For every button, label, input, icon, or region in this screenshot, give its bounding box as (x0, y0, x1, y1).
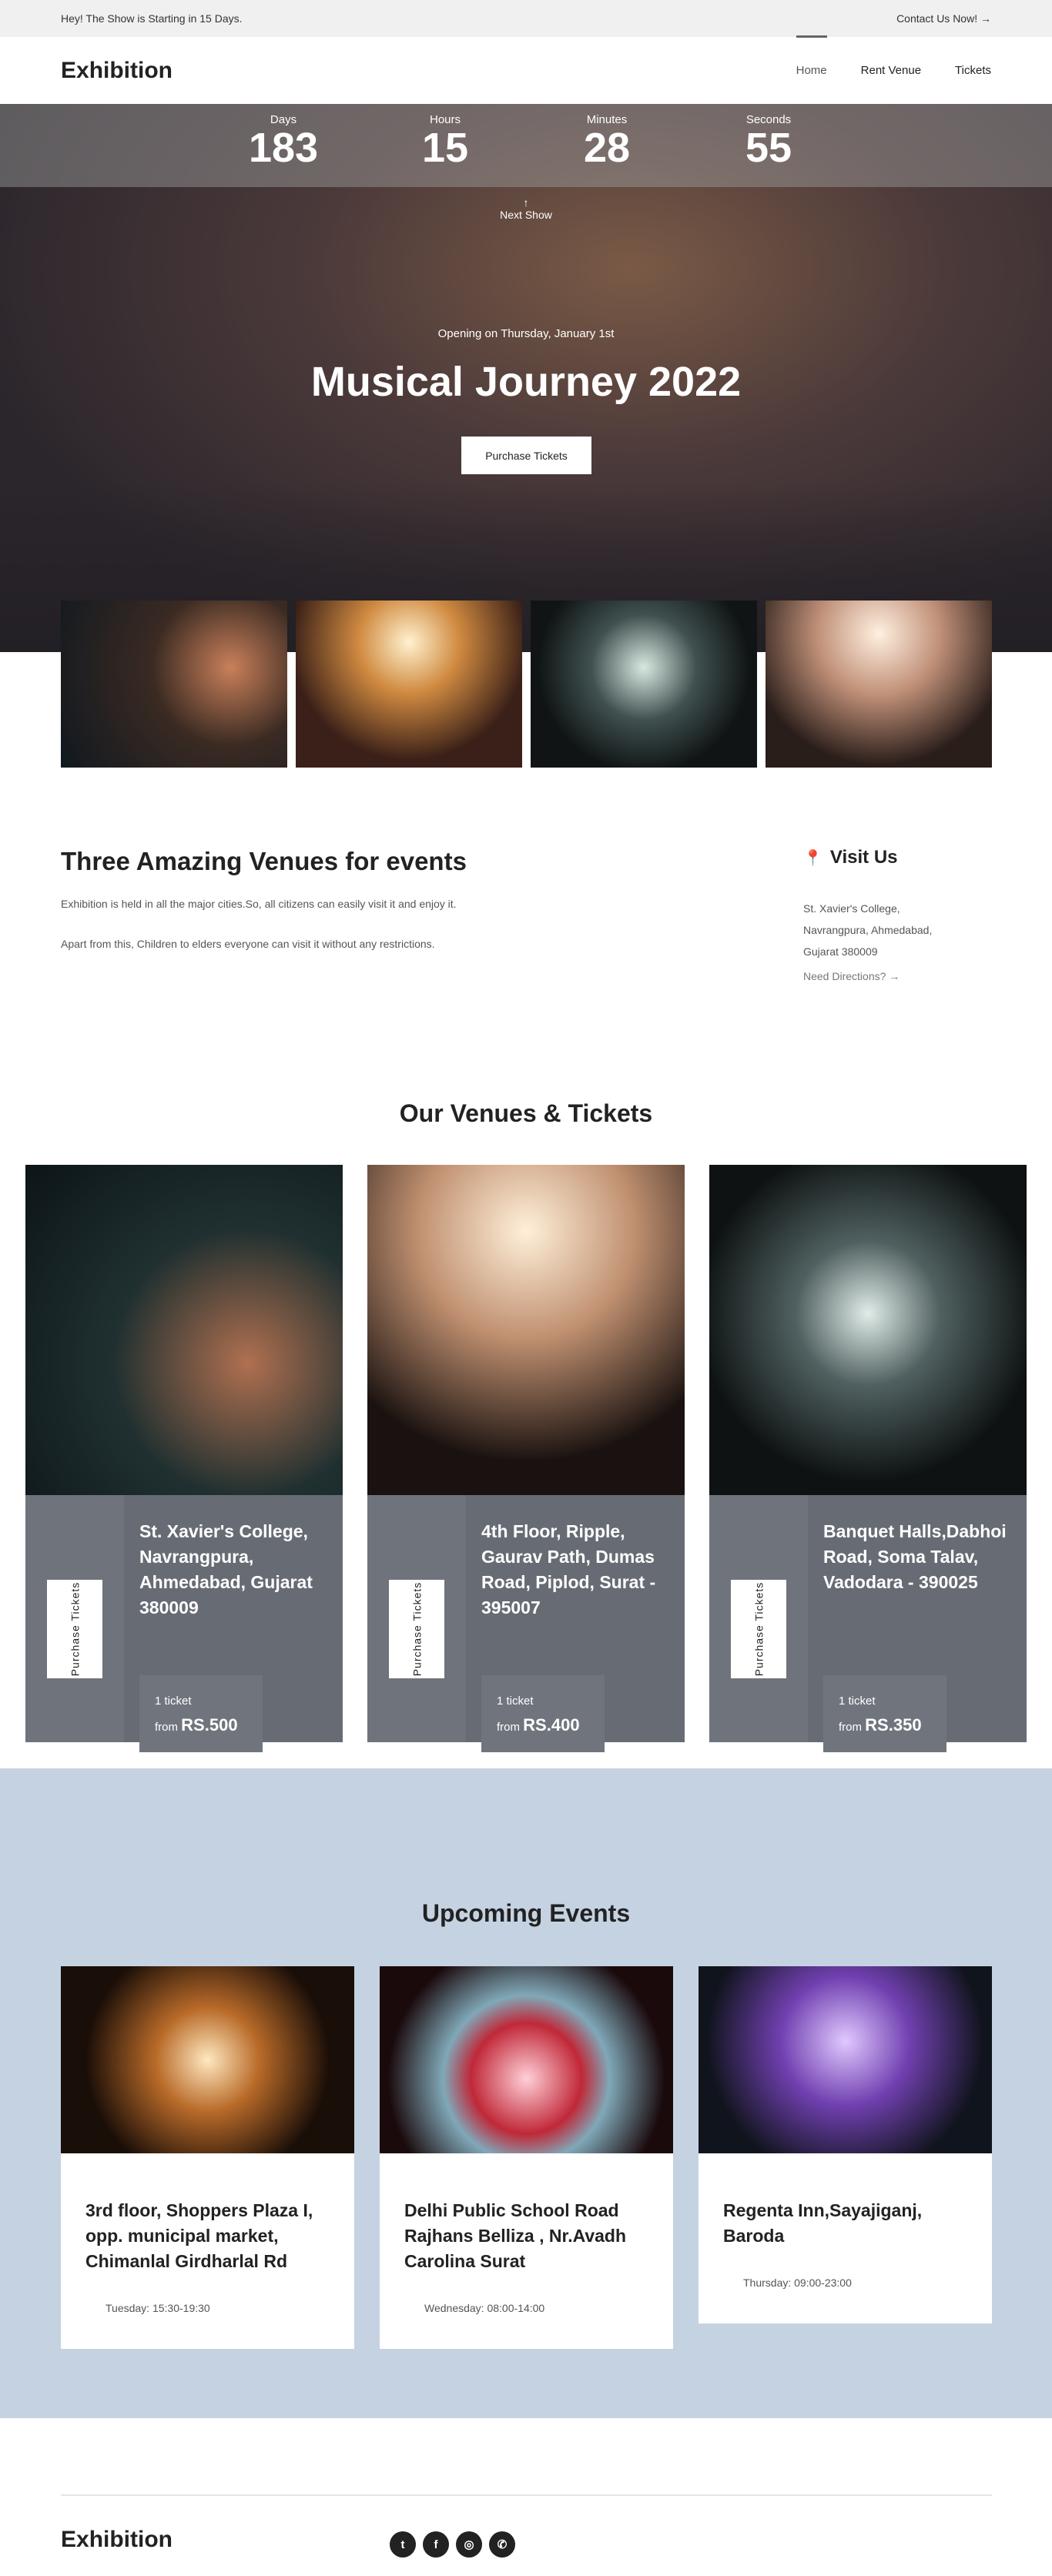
value: 15 (421, 125, 469, 171)
social-links: t f ◎ ✆ (390, 2531, 515, 2558)
price: RS.500 (181, 1715, 238, 1735)
countdown-hours: Hours 15 (401, 104, 490, 187)
countdown-minutes: Minutes 28 (563, 104, 652, 187)
contact-link[interactable]: Contact Us Now! → (896, 12, 991, 25)
venue-address: St. Xavier's College, Navrangpura, Ahmed… (139, 1521, 313, 1618)
purchase-tickets-button[interactable]: Purchase Tickets (389, 1580, 444, 1678)
nav-tickets[interactable]: Tickets (955, 64, 991, 77)
map-pin-icon: 📍 (803, 849, 823, 867)
footer: Exhibition t f ◎ ✆ (61, 2494, 992, 2558)
value: 28 (583, 125, 631, 171)
event-time: Thursday: 09:00-23:00 (743, 2277, 852, 2289)
event-image (380, 1966, 673, 2153)
event-image (61, 1966, 354, 2153)
twitter-icon[interactable]: t (390, 2531, 416, 2558)
logo[interactable]: Exhibition (61, 58, 173, 84)
gallery-image (296, 601, 522, 768)
from-label: from (155, 1721, 178, 1734)
from-label: from (497, 1721, 520, 1734)
visit-title: Visit Us (829, 847, 898, 868)
next-show-label: Next Show (500, 209, 552, 221)
venues-title: Our Venues & Tickets (399, 1099, 653, 1127)
address-line: Gujarat 380009 (803, 945, 878, 958)
price-box: 1 ticket from RS.400 (481, 1675, 605, 1752)
intro-text: Apart from this, Children to elders ever… (61, 938, 435, 950)
whatsapp-icon[interactable]: ✆ (489, 2531, 515, 2558)
gallery-image (531, 601, 757, 768)
address-line: Navrangpura, Ahmedabad, (803, 924, 933, 936)
purchase-tickets-button[interactable]: Purchase Tickets (47, 1580, 102, 1678)
nav-rent-venue[interactable]: Rent Venue (861, 64, 921, 77)
ticket-count: 1 ticket (155, 1694, 192, 1708)
event-cards: 3rd floor, Shoppers Plaza I, opp. munici… (61, 1966, 992, 2349)
hero: Days 183 Hours 15 Minutes 28 Seconds 55 ↑ Nex… (0, 104, 1052, 652)
ticket-count: 1 ticket (839, 1694, 876, 1708)
gallery (61, 601, 992, 768)
button-label: Purchase Tickets (69, 1581, 82, 1677)
event-card[interactable]: 3rd floor, Shoppers Plaza I, opp. munici… (61, 1966, 354, 2349)
event-card[interactable]: Regenta Inn,Sayajiganj, Baroda Thursday:… (699, 1966, 992, 2323)
footer-logo[interactable]: Exhibition (61, 2527, 173, 2553)
venue-image (709, 1165, 1027, 1495)
announcement: Hey! The Show is Starting in 15 Days. (61, 12, 243, 25)
price-box: 1 ticket from RS.500 (139, 1675, 263, 1752)
venue-image (367, 1165, 685, 1495)
event-address: Delhi Public School Road Rajhans Belliza… (404, 2200, 627, 2271)
ticket-count: 1 ticket (497, 1694, 534, 1708)
event-address: 3rd floor, Shoppers Plaza I, opp. munici… (85, 2200, 313, 2271)
venue-cards: Purchase Tickets St. Xavier's College, N… (25, 1165, 1027, 1752)
value: 55 (745, 125, 792, 171)
directions-label: Need Directions? (803, 970, 886, 982)
venue-address: Banquet Halls,Dabhoi Road, Soma Talav, V… (823, 1521, 1007, 1592)
arrow-up-icon: ↑ (523, 196, 529, 209)
button-label: Purchase Tickets (410, 1581, 424, 1677)
events-title: Upcoming Events (421, 1899, 631, 1927)
contact-label: Contact Us Now! (896, 12, 978, 25)
arrow-right-icon: → (889, 970, 900, 982)
venue-address: 4th Floor, Ripple, Gaurav Path, Dumas Ro… (481, 1521, 656, 1618)
opening-date: Opening on Thursday, January 1st (437, 327, 615, 340)
intro-text: Exhibition is held in all the major citi… (61, 898, 457, 910)
next-show-link[interactable]: ↑ Next Show (0, 196, 1052, 221)
event-image (699, 1966, 992, 2153)
nav-home[interactable]: Home (796, 35, 827, 77)
price-box: 1 ticket from RS.350 (823, 1675, 946, 1752)
purchase-tickets-button[interactable]: Purchase Tickets (731, 1580, 786, 1678)
venue-card: Purchase Tickets 4th Floor, Ripple, Gaur… (367, 1165, 685, 1752)
from-label: from (839, 1721, 862, 1734)
hero-title: Musical Journey 2022 (310, 359, 742, 405)
countdown-seconds: Seconds 55 (725, 104, 813, 187)
purchase-tickets-button[interactable]: Purchase Tickets (461, 437, 591, 474)
price: RS.350 (865, 1715, 922, 1735)
button-label: Purchase Tickets (752, 1581, 766, 1677)
gallery-image (766, 601, 992, 768)
directions-link[interactable]: Need Directions? → (803, 970, 992, 982)
top-bar: Hey! The Show is Starting in 15 Days. Co… (0, 0, 1052, 37)
instagram-icon[interactable]: ◎ (456, 2531, 482, 2558)
countdown: Days 183 Hours 15 Minutes 28 Seconds 55 (0, 104, 1052, 187)
facebook-icon[interactable]: f (423, 2531, 449, 2558)
venue-card: Purchase Tickets Banquet Halls,Dabhoi Ro… (709, 1165, 1027, 1752)
event-address: Regenta Inn,Sayajiganj, Baroda (723, 2200, 923, 2246)
navbar: Exhibition Home Rent Venue Tickets (0, 35, 1052, 104)
visit-us: 📍 Visit Us St. Xavier's College, Navrangpu… (803, 847, 992, 982)
price: RS.400 (523, 1715, 580, 1735)
event-time: Tuesday: 15:30-19:30 (106, 2302, 210, 2314)
venue-card: Purchase Tickets St. Xavier's College, N… (25, 1165, 343, 1752)
countdown-days: Days 183 (240, 104, 328, 187)
intro-section: Three Amazing Venues for events Exhibiti… (61, 847, 992, 982)
event-card[interactable]: Delhi Public School Road Rajhans Belliza… (380, 1966, 673, 2349)
gallery-image (61, 601, 287, 768)
address-line: St. Xavier's College, (803, 902, 900, 915)
arrow-right-icon: → (980, 12, 991, 25)
event-time: Wednesday: 08:00-14:00 (424, 2302, 545, 2314)
venue-image (25, 1165, 343, 1495)
value: 183 (248, 125, 319, 171)
